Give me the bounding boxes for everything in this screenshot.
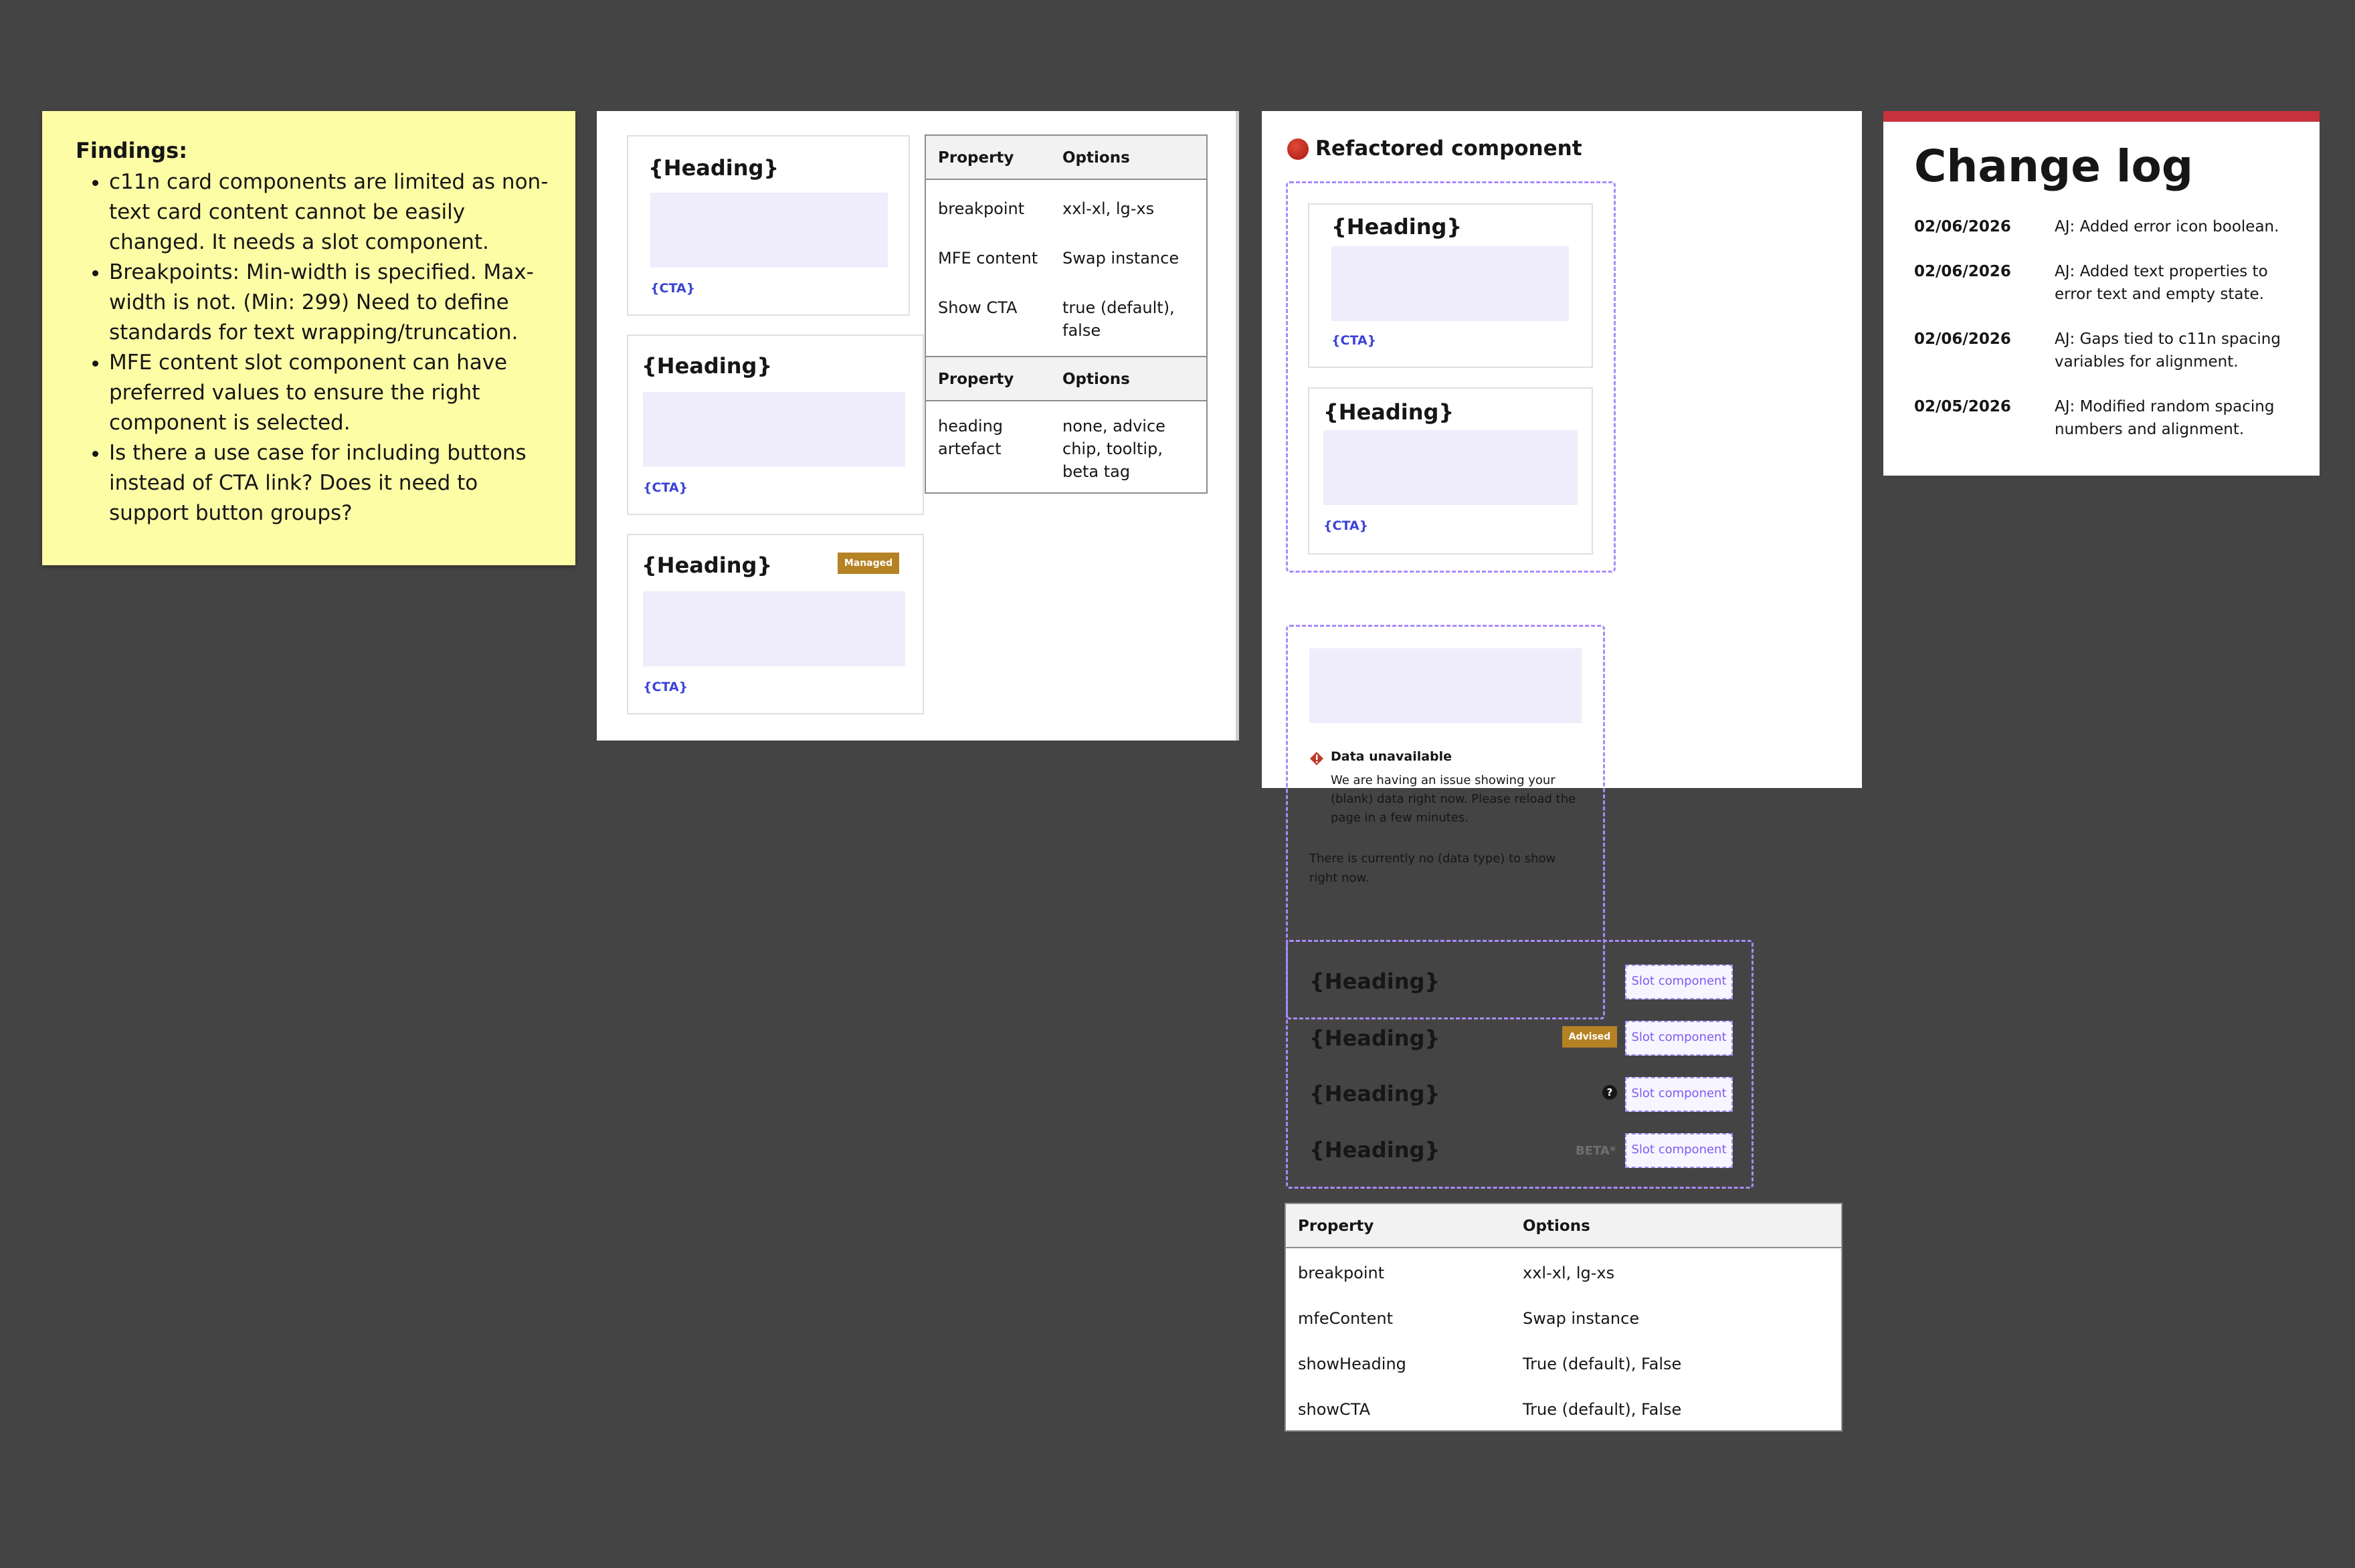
original-component-frame[interactable]: {Heading} {CTA} {Heading} {CTA} {Heading… [597,111,1239,741]
table-row: breakpoint xxl-xl, lg-xs [926,179,1206,229]
card-content-placeholder [643,392,905,467]
variant-heading: {Heading} [1309,969,1440,994]
change-log-text: AJ: Added text properties to error text … [2055,263,2268,303]
card-cta-link[interactable]: {CTA} [1331,333,1376,348]
table-cell: none, advice chip, tooltip, beta tag [1062,417,1165,481]
property-table: Property Options heading artefact none, … [925,356,1208,494]
managed-tag: Managed [838,553,899,574]
change-log-text: AJ: Added error icon boolean. [2055,218,2279,235]
change-log-text: AJ: Modified random spacing numbers and … [2055,398,2275,438]
heading-variants-group[interactable]: {Heading} Slot component {Heading} Advis… [1286,940,1754,1189]
slot-component[interactable]: Slot component [1625,1021,1733,1056]
card[interactable]: {Heading} {CTA} [627,135,910,316]
variant-heading: {Heading} [1309,1081,1440,1106]
table-cell: Swap instance [1523,1309,1640,1328]
table-row: heading artefact none, advice chip, tool… [926,401,1206,492]
table-cell: MFE content [938,249,1038,268]
table-cell: xxl-xl, lg-xs [1062,199,1155,218]
card-content-placeholder [1323,430,1578,505]
card-heading: {Heading} [1323,399,1454,425]
change-log-panel[interactable]: Change log 02/06/2026 AJ: Added error ic… [1883,111,2320,476]
findings-title: Findings: [76,138,188,163]
card-heading: {Heading} [642,553,773,578]
finding-item: MFE content slot component can have pref… [109,348,549,438]
table-cell: Swap instance [1062,249,1180,268]
table-cell: showHeading [1298,1355,1406,1373]
findings-list: c11n card components are limited as non-… [76,167,549,528]
variant-heading: {Heading} [1309,1025,1440,1051]
change-log-date: 02/06/2026 [1914,263,2011,280]
advised-tag: Advised [1562,1026,1617,1048]
table-cell: true (default), false [1062,298,1175,340]
change-log-accent-bar [1883,111,2320,122]
refactored-title: Refactored component [1315,136,1582,161]
column-header-property: Property [926,357,1050,401]
variant-heading: {Heading} [1309,1137,1440,1163]
table-row: breakpoint xxl-xl, lg-xs [1286,1248,1841,1294]
column-header-options: Options [1050,136,1206,180]
slot-component[interactable]: Slot component [1625,1133,1733,1168]
table-row: MFE content Swap instance [926,229,1206,279]
card[interactable]: {Heading} {CTA} [627,334,924,515]
change-log-date: 02/06/2026 [1914,218,2011,235]
card-cta-link[interactable]: {CTA} [643,680,688,694]
empty-state-message: There is currently no (data type) to sho… [1309,852,1556,885]
table-cell: True (default), False [1523,1355,1682,1373]
refactored-property-table: Property Options breakpoint xxl-xl, lg-x… [1285,1203,1843,1432]
table-row: showHeading True (default), False [1286,1339,1841,1385]
table-cell: Show CTA [938,298,1018,317]
change-log-title: Change log [1914,140,2194,192]
card-content-placeholder [643,591,905,666]
findings-sticky-note[interactable]: Findings: c11n card components are limit… [42,111,575,565]
column-header-options: Options [1511,1204,1841,1248]
error-message: We are having an issue showing your (bla… [1331,773,1576,825]
table-cell: True (default), False [1523,1400,1682,1419]
refactored-component-frame[interactable]: Refactored component {Heading} {CTA} {He… [1262,111,1862,1019]
card[interactable]: {Heading} Managed {CTA} [627,534,924,714]
card-heading: {Heading} [1331,214,1463,239]
change-log-date: 02/05/2026 [1914,398,2011,415]
error-content-placeholder [1309,648,1582,723]
card[interactable]: {Heading} {CTA} [1308,387,1593,555]
card-content-placeholder [650,193,888,268]
table-cell: mfeContent [1298,1309,1394,1328]
finding-item: Breakpoints: Min-width is specified. Max… [109,258,549,348]
property-table-grid: Property Options heading artefact none, … [926,357,1206,492]
table-row: showCTA True (default), False [1286,1385,1841,1430]
table-row: mfeContent Swap instance [1286,1294,1841,1339]
column-header-options: Options [1050,357,1206,401]
table-row: Show CTA true (default), false [926,279,1206,351]
table-cell: showCTA [1298,1400,1370,1419]
card-heading: {Heading} [648,155,779,181]
finding-item: Is there a use case for including button… [109,438,549,528]
change-log-text: AJ: Gaps tied to c11n spacing variables … [2055,330,2281,371]
status-dot-icon [1287,138,1309,160]
card[interactable]: {Heading} {CTA} [1308,203,1593,368]
property-table-grid: Property Options breakpoint xxl-xl, lg-x… [1286,1204,1841,1430]
change-log-date: 02/06/2026 [1914,330,2011,348]
column-header-property: Property [926,136,1050,180]
column-header-property: Property [1286,1204,1511,1248]
card-cta-link[interactable]: {CTA} [643,480,688,495]
card-variants-group[interactable]: {Heading} {CTA} {Heading} {CTA} [1286,181,1616,573]
property-table-grid: Property Options breakpoint xxl-xl, lg-x… [926,136,1206,351]
error-icon [1309,751,1324,766]
card-content-placeholder [1331,246,1569,321]
error-title: Data unavailable [1331,749,1452,764]
frame-right-edge [1236,111,1239,741]
finding-item: c11n card components are limited as non-… [109,167,549,258]
tooltip-icon[interactable]: ? [1602,1085,1617,1100]
card-cta-link[interactable]: {CTA} [1323,518,1368,533]
table-cell: xxl-xl, lg-xs [1523,1264,1615,1282]
table-cell: heading artefact [938,417,1004,458]
card-heading: {Heading} [642,353,773,379]
slot-component[interactable]: Slot component [1625,965,1733,999]
table-cell: breakpoint [938,199,1025,218]
beta-tag: BETA* [1576,1144,1616,1158]
card-cta-link[interactable]: {CTA} [650,281,695,296]
slot-component[interactable]: Slot component [1625,1077,1733,1112]
table-cell: breakpoint [1298,1264,1385,1282]
